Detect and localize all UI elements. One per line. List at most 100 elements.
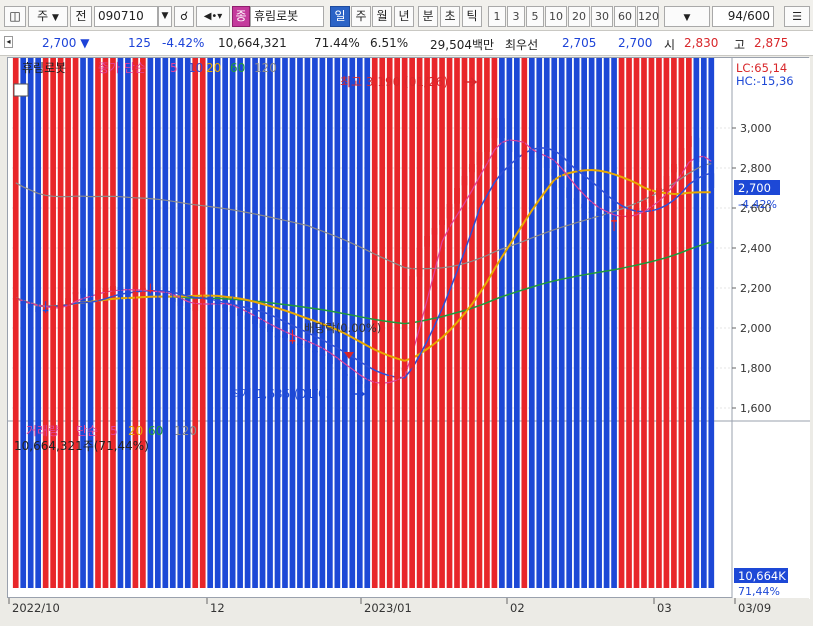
candle	[573, 198, 580, 204]
code-dropdown-icon[interactable]: ▼	[158, 6, 172, 27]
candle	[229, 306, 236, 312]
x-axis: 2022/10 12 2023/01 02 03 03/09	[7, 598, 809, 623]
chart-menu-icon[interactable]: ◫	[4, 6, 26, 27]
candle	[536, 150, 543, 158]
candle	[147, 290, 154, 292]
candle	[252, 316, 258, 324]
volume-bar	[297, 0, 303, 588]
interval-30[interactable]: 30	[591, 6, 613, 27]
period-일[interactable]: 일	[330, 6, 350, 27]
interval-3[interactable]: 3	[507, 6, 525, 27]
candle	[641, 202, 647, 207]
candle	[72, 292, 79, 295]
volume-bar	[65, 0, 71, 588]
period-년[interactable]: 년	[394, 6, 414, 27]
volume-bar	[125, 0, 131, 588]
candle	[708, 173, 715, 188]
candle	[596, 211, 602, 216]
y-tick-label: 3,000	[740, 122, 772, 135]
high-annotation: 최고 3,190 (01/26)	[340, 75, 448, 89]
code-input[interactable]: 090710	[94, 6, 158, 27]
candle	[484, 140, 490, 152]
y-tick-label: 2,400	[740, 242, 772, 255]
change-percent: -4.42%	[162, 36, 205, 50]
candle	[446, 204, 453, 219]
volume-bar	[551, 0, 558, 588]
candle	[588, 211, 595, 214]
table-icon[interactable]	[13, 83, 29, 97]
candle	[35, 307, 42, 312]
badge-button[interactable]: 종	[232, 6, 250, 27]
volume-bar	[476, 0, 483, 588]
candle	[386, 376, 393, 378]
volume-bar	[588, 0, 595, 588]
volume-bar	[27, 0, 34, 588]
candle	[319, 353, 326, 356]
volume-bar	[117, 0, 124, 588]
interval-20[interactable]: 20	[568, 6, 590, 27]
volume-bar	[184, 0, 191, 588]
period-초[interactable]: 초	[440, 6, 460, 27]
interval-10[interactable]: 10	[545, 6, 567, 27]
volume-bar	[678, 0, 685, 588]
candle	[626, 212, 632, 218]
candle	[162, 292, 169, 298]
speaker-icon[interactable]: ◀•▾	[196, 6, 230, 27]
stock-name-field: 휴림로봇	[250, 6, 324, 27]
collapse-icon[interactable]: ◂	[4, 36, 13, 48]
interval-60[interactable]: 60	[614, 6, 636, 27]
candle	[192, 304, 199, 311]
volume-legend-ma-label: 단순	[76, 424, 98, 438]
current-change-label: -4.42%	[738, 198, 777, 211]
volume-bar	[147, 0, 154, 588]
y-tick-label: 2,200	[740, 282, 772, 295]
volume-bar	[87, 0, 94, 588]
x-tick-label: 2022/10	[12, 601, 60, 615]
open-price: 2,830	[684, 36, 719, 50]
candle	[334, 361, 341, 370]
bid-price: 2,700	[618, 36, 653, 50]
bid-label: 최우선	[505, 38, 539, 52]
volume-bar	[169, 0, 176, 588]
candle	[50, 306, 56, 311]
current-ratio-label: 71,44%	[738, 585, 780, 598]
candle	[207, 297, 214, 302]
volume-legend-name: 거래량	[26, 424, 59, 438]
count-input[interactable]: 94/600	[712, 6, 774, 27]
period-주[interactable]: 주	[351, 6, 371, 27]
chart-settings-icon[interactable]: ☰	[784, 6, 810, 27]
y-tick-label: 2,800	[740, 162, 772, 175]
x-tick-label: 2023/01	[364, 601, 412, 615]
candle	[42, 309, 49, 312]
interval-120[interactable]: 120	[637, 6, 659, 27]
candle	[289, 340, 296, 342]
candle	[394, 372, 401, 379]
search-icon[interactable]: ☌	[174, 6, 194, 27]
candle	[379, 380, 386, 386]
period-틱[interactable]: 틱	[462, 6, 482, 27]
volume-bar	[700, 0, 707, 588]
volume-bar	[633, 0, 640, 588]
candle	[618, 216, 625, 218]
interval-1[interactable]: 1	[488, 6, 506, 27]
chart-svg[interactable]: 3,0002,8002,6002,4002,2002,0001,8001,600…	[8, 0, 810, 599]
type-select[interactable]: 주 ▼	[28, 6, 68, 27]
candle	[371, 384, 378, 386]
period-월[interactable]: 월	[372, 6, 392, 27]
interval-5[interactable]: 5	[526, 6, 544, 27]
candle	[244, 315, 251, 320]
candle	[693, 137, 700, 162]
volume-bar	[162, 0, 169, 588]
volume-bar	[35, 0, 42, 588]
period-분[interactable]: 분	[418, 6, 438, 27]
candle	[401, 368, 408, 372]
x-tick-label: 03/09	[738, 601, 771, 615]
candle	[603, 216, 610, 219]
legend-ma-20: 20	[206, 61, 221, 75]
range-select[interactable]: ▼	[664, 6, 710, 27]
chevron-down-icon: ▼	[51, 13, 59, 23]
all-button[interactable]: 전	[70, 6, 92, 27]
volume-bar	[42, 0, 49, 588]
volume-bar	[446, 0, 453, 588]
chart-area[interactable]: 3,000 2,800 2,600 2,400 2,200 2,000 1,800 1,600…	[7, 0, 810, 599]
